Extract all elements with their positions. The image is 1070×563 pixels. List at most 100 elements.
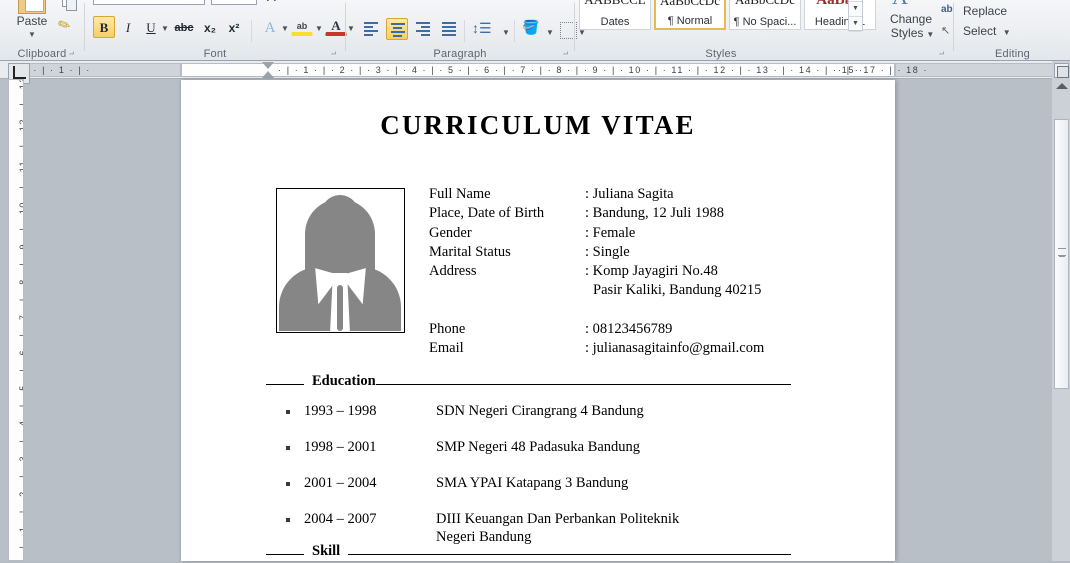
italic-button[interactable]: I [117, 16, 139, 38]
font-group-label: Font [203, 48, 227, 60]
subscript-button[interactable]: x₂ [199, 16, 221, 38]
align-center-button[interactable] [386, 18, 408, 40]
detail-label: Place, Date of Birth [429, 205, 545, 222]
list-item: 2004 – 2007 DIII Keuangan Dan Perbankan … [286, 511, 846, 545]
select-browse-object-button[interactable] [1054, 63, 1069, 78]
paste-button-label[interactable]: Paste [4, 14, 60, 28]
change-case-icon[interactable]: Aa [313, 0, 326, 1]
group-divider [953, 3, 954, 51]
highlight-button[interactable]: ab [291, 14, 313, 36]
detail-label: Marital Status [429, 243, 511, 260]
styles-more-icon[interactable]: ▼ [849, 17, 862, 32]
editing-group-label: Editing [994, 48, 1031, 60]
bullet-icon [286, 518, 290, 522]
bullet-icon [286, 410, 290, 414]
select-button[interactable]: ↖ Select ▼ [941, 24, 1011, 38]
detail-label: Gender [429, 224, 472, 241]
detail-row-continuation: Pasir Kaliki, Bandung 40215 [429, 281, 849, 300]
align-right-button[interactable] [412, 18, 434, 40]
bullet-icon [286, 482, 290, 486]
increase-indent-icon[interactable]: ☰ [492, 0, 502, 2]
line-spacing-icon[interactable]: ↕☰ [472, 20, 492, 37]
underline-chevron-down-icon[interactable]: ▼ [161, 24, 169, 33]
section-rule-left [266, 554, 304, 555]
personal-details-block: Full Name : Juliana Sagita Place, Date o… [429, 185, 849, 359]
style-tile-dates[interactable]: AABBCCL Dates [579, 0, 651, 30]
education-years: 1993 – 1998 [304, 403, 377, 419]
line-spacing-chevron-down-icon[interactable]: ▼ [502, 28, 510, 37]
font-size-value: 24 [215, 0, 227, 1]
detail-value: : Single [585, 243, 630, 260]
detail-label: Full Name [429, 186, 491, 202]
font-size-input[interactable]: 24 [211, 0, 257, 5]
page-title: CURRICULUM VITAE [380, 110, 696, 140]
align-left-button[interactable] [360, 18, 382, 40]
underline-button[interactable]: U [140, 16, 162, 38]
detail-row: Phone : 08123456789 [429, 320, 849, 339]
font-name-value: Times New Rom [97, 0, 178, 1]
section-rule-right [348, 554, 791, 555]
section-heading-education: Education [266, 373, 791, 393]
grow-font-icon[interactable]: A [267, 0, 276, 4]
font-color-button[interactable]: A [325, 14, 347, 36]
vertical-ruler[interactable]: · | · 1 · | · 2 · | · 3 · | · 4 · | · 5 … [8, 79, 24, 561]
shading-chevron-down-icon[interactable]: ▼ [546, 28, 554, 37]
ribbon-group-font: Times New Rom 24 A A Aa ⌫ B I U ▼ abc x₂… [85, 0, 356, 61]
style-tile-normal[interactable]: AaBbCcDc ¶ Normal [654, 0, 726, 30]
styles-scroll-down-icon[interactable]: ▼ [849, 2, 862, 17]
paragraph-divider2 [514, 20, 515, 42]
detail-row: Address : Komp Jayagiri No.48 [429, 262, 849, 281]
browse-object-icon [1057, 66, 1069, 78]
horizontal-ruler[interactable]: · 2 · | · 1 · | · · | · 1 · | · 2 · | · … [0, 61, 1070, 79]
text-effects-button[interactable]: A [259, 16, 281, 38]
bullets-icon[interactable]: ☰ [354, 0, 364, 2]
document-area: · 2 · | · 1 · | · · | · 1 · | · 2 · | · … [0, 61, 1070, 561]
copy-icon[interactable] [62, 0, 77, 11]
styles-dialog-launcher[interactable] [936, 48, 947, 59]
sort-icon[interactable]: Z↓ [522, 0, 534, 1]
numbering-icon[interactable]: ☰ [390, 0, 400, 2]
style-sample: AABBCCL [580, 0, 650, 11]
highlight-chevron-down-icon[interactable]: ▼ [315, 24, 323, 33]
scroll-up-arrow-icon[interactable] [1056, 83, 1068, 89]
detail-value: : Bandung, 12 Juli 1988 [585, 205, 724, 222]
style-name: ¶ No Spaci... [733, 16, 797, 28]
detail-label: Phone [429, 321, 466, 338]
paste-dropdown-chevron-icon[interactable]: ▼ [28, 30, 36, 39]
indent-marker[interactable] [262, 61, 274, 79]
style-tile-no-spacing[interactable]: AaBbCcDc ¶ No Spaci... [729, 0, 801, 30]
vertical-scrollbar[interactable] [1052, 61, 1070, 561]
change-styles-label-line1: Change [889, 12, 933, 26]
paste-icon[interactable] [18, 0, 46, 14]
clipboard-dialog-launcher[interactable] [66, 48, 77, 59]
section-rule-left [266, 384, 304, 385]
style-sample: AaBbC [816, 0, 864, 8]
detail-label: Email [429, 340, 464, 357]
paragraph-dialog-launcher[interactable] [560, 48, 571, 59]
change-styles-icon[interactable]: A [892, 0, 908, 10]
bold-button[interactable]: B [93, 16, 115, 38]
strikethrough-button[interactable]: abc [173, 16, 195, 38]
document-page[interactable]: CURRICULUM VITAE Full Name : Juliana Sag… [181, 80, 895, 561]
superscript-button[interactable]: x² [223, 16, 245, 38]
shrink-font-icon[interactable]: A [289, 0, 296, 2]
replace-button[interactable]: ab Replace [941, 4, 1008, 18]
style-tile-heading1[interactable]: AaBbC Heading 1 [804, 0, 876, 30]
select-chevron-down-icon[interactable]: ▼ [1003, 28, 1011, 37]
change-styles-chevron-down-icon[interactable]: ▼ [926, 30, 934, 39]
font-dialog-launcher[interactable] [328, 48, 339, 59]
font-name-input[interactable]: Times New Rom [93, 0, 205, 5]
shading-icon[interactable]: 🪣 [522, 19, 539, 36]
show-formatting-marks-icon[interactable]: ¶ [552, 0, 558, 1]
text-effects-chevron-down-icon[interactable]: ▼ [281, 24, 289, 33]
align-justify-button[interactable] [438, 18, 460, 40]
profile-photo-placeholder[interactable] [276, 188, 405, 333]
styles-gallery-scroll[interactable]: ▲ ▼ ▼ [848, 0, 863, 32]
decrease-indent-icon[interactable]: ☰ [464, 0, 474, 2]
format-painter-icon[interactable]: ✎ [55, 14, 74, 36]
scrollbar-thumb[interactable] [1054, 119, 1069, 389]
replace-label: Replace [963, 4, 1008, 18]
bullet-icon [286, 446, 290, 450]
multilevel-list-icon[interactable]: ☰ [426, 0, 436, 2]
detail-row: Full Name : Juliana Sagita [429, 185, 849, 204]
